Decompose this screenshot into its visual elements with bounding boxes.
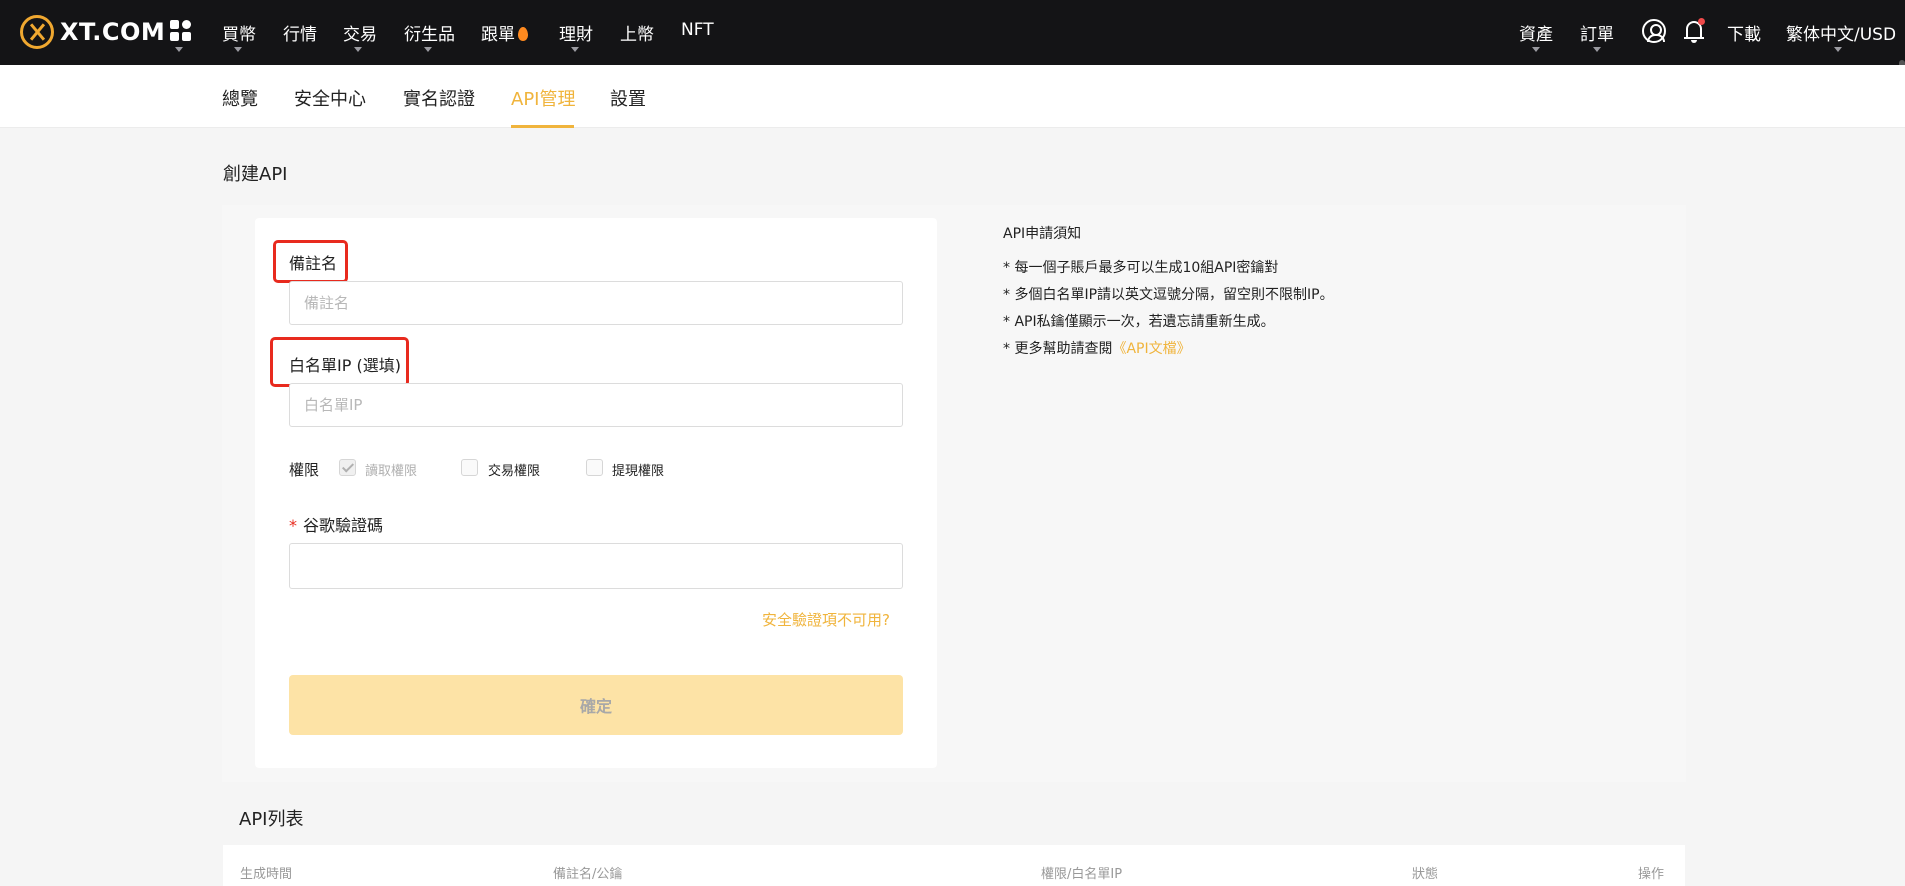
tab-security-center[interactable]: 安全中心 bbox=[294, 85, 366, 111]
tab-overview[interactable]: 總覽 bbox=[222, 85, 258, 111]
chevron-down-icon bbox=[1834, 47, 1842, 52]
logo-text: XT.COM bbox=[60, 18, 166, 46]
google-code-label: * 谷歌驗證碼 bbox=[289, 516, 384, 535]
api-note-3: * API私鑰僅顯示一次，若遺忘請重新生成。 bbox=[1003, 314, 1275, 330]
api-note-1: * 每一個子賬戶最多可以生成10組API密鑰對 bbox=[1003, 260, 1279, 276]
chevron-down-icon bbox=[1593, 47, 1601, 52]
nav-listing[interactable]: 上幣 bbox=[620, 20, 654, 45]
google-code-input[interactable] bbox=[289, 543, 903, 589]
whitelist-ip-input[interactable] bbox=[289, 383, 903, 427]
nav-copy-trading[interactable]: 跟單 bbox=[481, 20, 528, 45]
xt-logo-icon bbox=[20, 15, 54, 49]
required-mark: * bbox=[289, 516, 297, 535]
chevron-down-icon bbox=[424, 47, 432, 52]
withdraw-permission-checkbox[interactable] bbox=[586, 459, 603, 476]
nav-derivatives[interactable]: 衍生品 bbox=[404, 20, 455, 45]
notification-dot bbox=[1698, 18, 1705, 25]
remark-input[interactable] bbox=[289, 281, 903, 325]
api-list-table-header bbox=[223, 845, 1685, 886]
xt-logo[interactable]: XT.COM bbox=[20, 14, 165, 50]
column-actions: 操作 bbox=[1638, 867, 1665, 882]
flame-icon bbox=[518, 27, 528, 41]
api-list-title: API列表 bbox=[239, 809, 304, 830]
nav-markets[interactable]: 行情 bbox=[283, 20, 317, 45]
api-note-2: * 多個白名單IP請以英文逗號分隔，留空則不限制IP。 bbox=[1003, 287, 1334, 303]
trade-permission-label: 交易權限 bbox=[488, 464, 541, 479]
nav-buy-crypto[interactable]: 買幣 bbox=[222, 20, 256, 45]
nav-trade[interactable]: 交易 bbox=[343, 20, 377, 45]
column-created-time: 生成時間 bbox=[240, 867, 293, 882]
chevron-down-icon bbox=[571, 47, 579, 52]
tab-identity-verification[interactable]: 實名認證 bbox=[403, 85, 475, 111]
nav-orders[interactable]: 訂單 bbox=[1580, 20, 1614, 45]
nav-download[interactable]: 下載 bbox=[1727, 20, 1761, 45]
nav-earn[interactable]: 理財 bbox=[559, 20, 593, 45]
apps-grid-icon[interactable] bbox=[170, 20, 192, 42]
trade-permission-checkbox[interactable] bbox=[461, 459, 478, 476]
nav-assets[interactable]: 資產 bbox=[1519, 20, 1553, 45]
column-remark-public-key: 備註名/公鑰 bbox=[553, 867, 623, 882]
nav-nft[interactable]: NFT bbox=[681, 20, 714, 40]
account-subnav: 總覽 安全中心 實名認證 API管理 設置 bbox=[0, 65, 1905, 128]
tab-settings[interactable]: 設置 bbox=[610, 85, 646, 111]
api-note-4: * 更多幫助請查閱《API文檔》 bbox=[1003, 341, 1191, 357]
active-tab-indicator bbox=[511, 125, 574, 128]
bell-icon[interactable] bbox=[1684, 18, 1705, 44]
whitelist-ip-label: 白名單IP (選填) bbox=[289, 356, 401, 375]
remark-label: 備註名 bbox=[289, 254, 338, 273]
page-title: 創建API bbox=[223, 164, 288, 185]
tab-api-management[interactable]: API管理 bbox=[511, 85, 575, 111]
permissions-label: 權限 bbox=[289, 461, 320, 479]
user-icon[interactable] bbox=[1642, 19, 1666, 43]
language-currency-selector[interactable]: 繁体中文/USD bbox=[1786, 20, 1896, 45]
chevron-down-icon bbox=[175, 47, 183, 52]
api-notes-title: API申請須知 bbox=[1003, 226, 1082, 242]
chevron-down-icon bbox=[354, 47, 362, 52]
read-permission-label: 讀取權限 bbox=[365, 464, 418, 479]
security-unavailable-link[interactable]: 安全驗證項不可用? bbox=[762, 609, 890, 630]
top-navigation-bar: XT.COM 買幣 行情 交易 衍生品 跟單 理財 上幣 NFT 資產 訂單 下… bbox=[0, 0, 1905, 65]
column-status: 狀態 bbox=[1412, 867, 1439, 882]
withdraw-permission-label: 提現權限 bbox=[612, 464, 665, 479]
confirm-button[interactable]: 確定 bbox=[289, 675, 903, 735]
api-docs-link[interactable]: 《API文檔》 bbox=[1112, 341, 1190, 357]
read-permission-checkbox[interactable] bbox=[339, 459, 356, 476]
column-permissions-whitelist: 權限/白名單IP bbox=[1041, 867, 1123, 882]
chevron-down-icon bbox=[234, 47, 242, 52]
chevron-down-icon bbox=[1532, 47, 1540, 52]
